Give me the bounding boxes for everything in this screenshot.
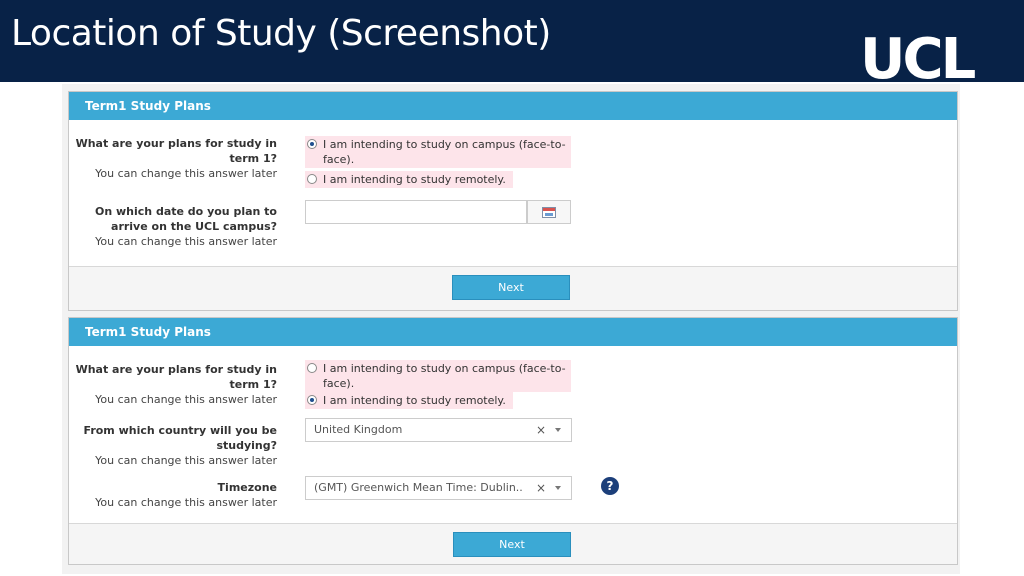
radio-option-label: I am intending to study on campus (face-… <box>323 138 566 166</box>
clear-icon[interactable]: × <box>536 419 546 441</box>
panel-footer: Next <box>69 524 957 564</box>
country-select-value: United Kingdom <box>314 423 403 436</box>
country-select[interactable]: United Kingdom × <box>305 418 572 442</box>
timezone-select-value: (GMT) Greenwich Mean Time: Dublin.. <box>314 481 523 494</box>
plans-question: What are your plans for study in term 1?… <box>69 136 277 181</box>
radio-selected-icon[interactable] <box>307 139 317 149</box>
panel-header: Term1 Study Plans <box>69 318 957 346</box>
calendar-icon <box>542 207 556 218</box>
next-button[interactable]: Next <box>453 532 571 557</box>
arrival-date-hint: You can change this answer later <box>95 235 277 248</box>
radio-option-label: I am intending to study remotely. <box>323 394 506 407</box>
slide-header: Location of Study (Screenshot) UCL <box>0 0 1024 90</box>
country-question-text: From which country will you be studying? <box>83 424 277 452</box>
radio-selected-icon[interactable] <box>307 395 317 405</box>
timezone-question: Timezone You can change this answer late… <box>69 480 277 510</box>
radio-unselected-icon[interactable] <box>307 174 317 184</box>
arrival-date-input[interactable] <box>305 200 527 224</box>
panel-body: What are your plans for study in term 1?… <box>69 346 957 524</box>
plans-hint: You can change this answer later <box>95 167 277 180</box>
chevron-down-icon[interactable] <box>555 428 561 432</box>
radio-unselected-icon[interactable] <box>307 363 317 373</box>
slide-title: Location of Study (Screenshot) <box>11 13 551 54</box>
radio-option-label: I am intending to study on campus (face-… <box>323 362 566 390</box>
date-picker-button[interactable] <box>527 200 571 224</box>
ucl-logo: UCL <box>860 27 976 92</box>
study-plans-panel-1: Term1 Study Plans What are your plans fo… <box>68 91 958 311</box>
clear-icon[interactable]: × <box>536 477 546 499</box>
timezone-hint: You can change this answer later <box>95 496 277 509</box>
arrival-date-question-text: On which date do you plan to arrive on t… <box>95 205 277 233</box>
plans-question-text: What are your plans for study in term 1? <box>75 363 277 391</box>
study-plans-panel-2: Term1 Study Plans What are your plans fo… <box>68 317 958 565</box>
radio-option-remote[interactable]: I am intending to study remotely. <box>305 171 513 188</box>
country-question: From which country will you be studying?… <box>69 423 277 468</box>
timezone-question-text: Timezone <box>217 481 277 494</box>
panel-footer: Next <box>69 267 957 309</box>
radio-option-campus[interactable]: I am intending to study on campus (face-… <box>305 136 571 168</box>
help-icon[interactable]: ? <box>601 477 619 495</box>
arrival-date-question: On which date do you plan to arrive on t… <box>69 204 277 249</box>
radio-option-campus[interactable]: I am intending to study on campus (face-… <box>305 360 571 392</box>
chevron-down-icon[interactable] <box>555 486 561 490</box>
panel-body: What are your plans for study in term 1?… <box>69 120 957 267</box>
country-hint: You can change this answer later <box>95 454 277 467</box>
plans-question-text: What are your plans for study in term 1? <box>75 137 277 165</box>
timezone-select[interactable]: (GMT) Greenwich Mean Time: Dublin.. × <box>305 476 572 500</box>
radio-option-remote[interactable]: I am intending to study remotely. <box>305 392 513 409</box>
plans-question: What are your plans for study in term 1?… <box>69 362 277 407</box>
panel-header: Term1 Study Plans <box>69 92 957 120</box>
radio-option-label: I am intending to study remotely. <box>323 173 506 186</box>
next-button[interactable]: Next <box>452 275 570 300</box>
plans-hint: You can change this answer later <box>95 393 277 406</box>
